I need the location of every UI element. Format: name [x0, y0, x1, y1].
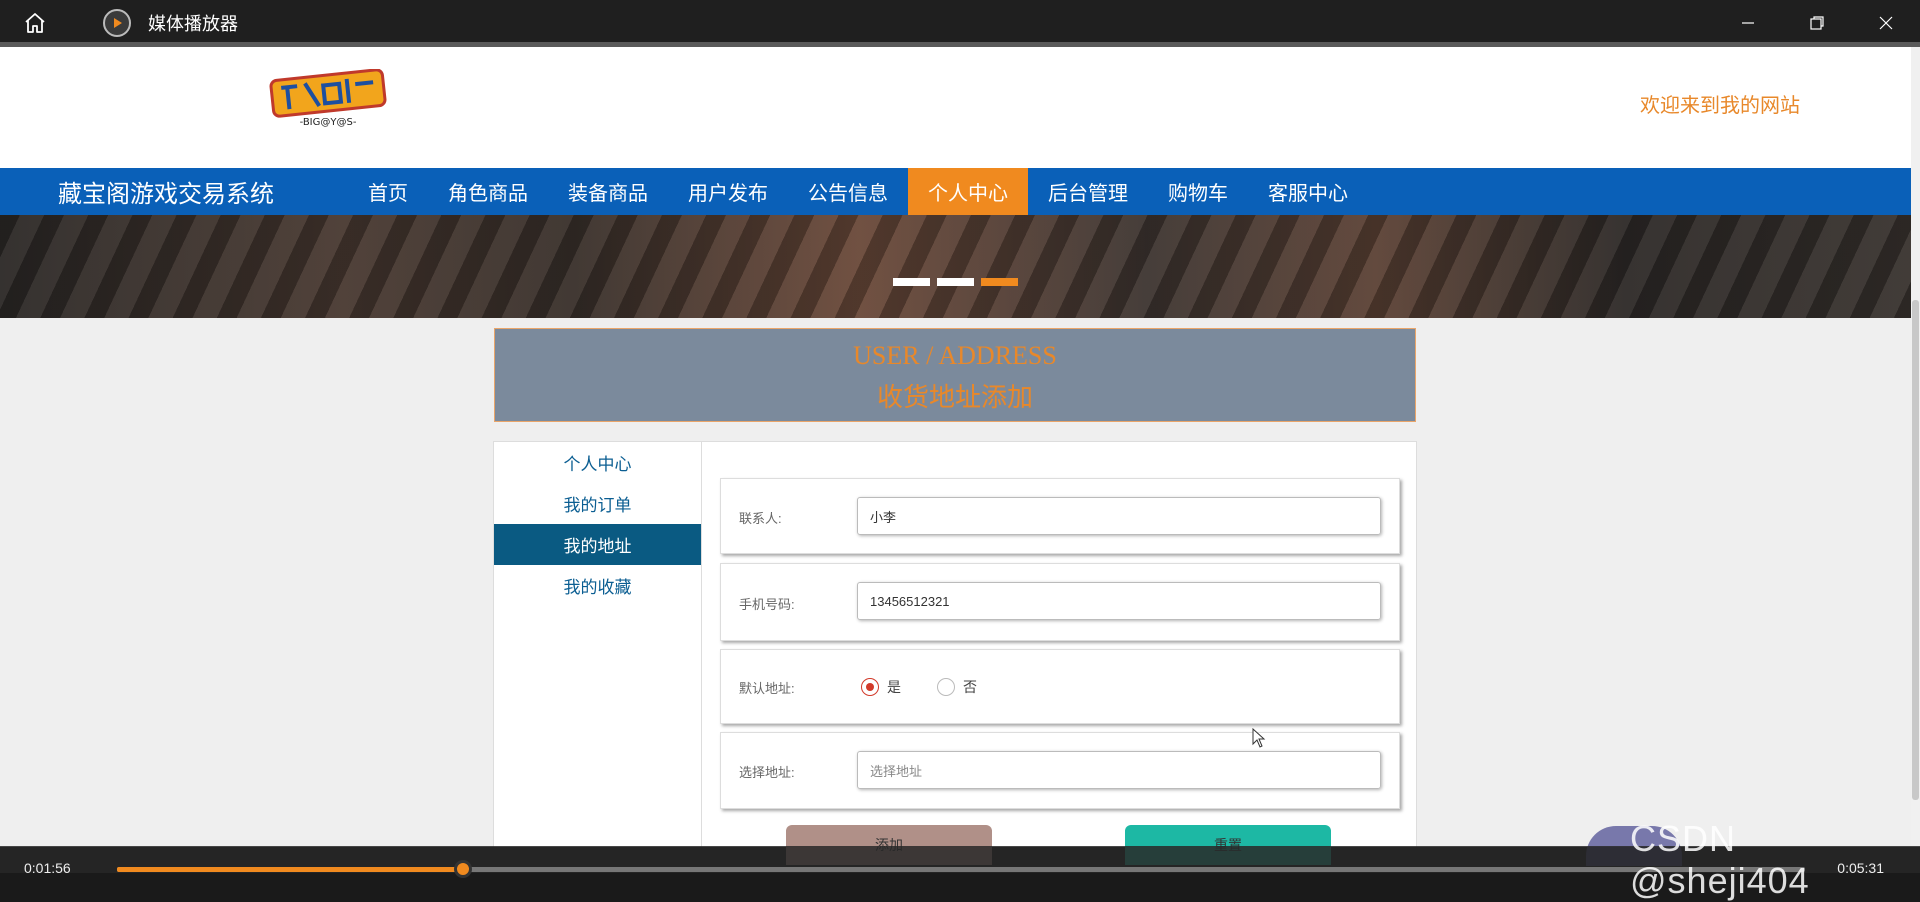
default-yes-radio[interactable] [861, 678, 879, 696]
media-player-title-bar: 媒体播放器 [0, 0, 1920, 46]
main-navbar: 藏宝阁游戏交易系统 首页 角色商品 装备商品 用户发布 公告信息 个人中心 后台… [0, 168, 1911, 215]
phone-label: 手机号码: [739, 597, 795, 612]
window-title: 媒体播放器 [148, 14, 238, 35]
minimize-button[interactable] [1713, 0, 1782, 46]
nav-personal-center[interactable]: 个人中心 [908, 168, 1028, 215]
section-title-en: USER / ADDRESS [853, 341, 1057, 370]
nav-customer-service[interactable]: 客服中心 [1248, 168, 1368, 215]
nav-equipment-goods[interactable]: 装备商品 [548, 168, 668, 215]
nav-cart[interactable]: 购物车 [1148, 168, 1248, 215]
nav-home[interactable]: 首页 [348, 168, 428, 215]
welcome-text: 欢迎来到我的网站 [1640, 95, 1800, 117]
carousel-dot-active[interactable] [981, 278, 1018, 286]
site-header: -BIG@Y@S- 欢迎来到我的网站 [0, 47, 1911, 168]
contact-row: 联系人: 小李 [720, 478, 1400, 554]
carousel-dot[interactable] [893, 278, 930, 286]
restore-button[interactable] [1782, 0, 1851, 46]
side-item-my-orders[interactable]: 我的订单 [494, 483, 701, 524]
contact-input[interactable]: 小李 [857, 497, 1381, 535]
default-no-label: 否 [963, 679, 977, 695]
web-page-viewport: -BIG@Y@S- 欢迎来到我的网站 藏宝阁游戏交易系统 首页 角色商品 装备商… [0, 47, 1920, 847]
logo-text: -BIG@Y@S- [300, 117, 357, 128]
close-button[interactable] [1851, 0, 1920, 46]
side-item-my-favorites[interactable]: 我的收藏 [494, 565, 701, 606]
phone-row: 手机号码: 13456512321 [720, 563, 1400, 641]
content-panel: 个人中心 我的订单 我的地址 我的收藏 联系人: 小李 手机号码: 134565… [493, 441, 1417, 847]
progress-fill [117, 867, 464, 872]
default-address-radio-group: 是 否 [861, 677, 977, 697]
site-brand[interactable]: 藏宝阁游戏交易系统 [58, 174, 348, 209]
nav-user-publish[interactable]: 用户发布 [668, 168, 788, 215]
address-select-row: 选择地址: 选择地址 [720, 732, 1400, 809]
page-scrollbar-thumb[interactable] [1912, 300, 1919, 800]
default-address-label: 默认地址: [739, 681, 795, 696]
contact-label: 联系人: [739, 511, 782, 526]
side-item-my-address[interactable]: 我的地址 [494, 524, 701, 565]
section-title-cn: 收货地址添加 [876, 383, 1033, 412]
nav-announcements[interactable]: 公告信息 [788, 168, 908, 215]
mouse-cursor-icon [1252, 727, 1266, 752]
nav-role-goods[interactable]: 角色商品 [428, 168, 548, 215]
address-select-input[interactable]: 选择地址 [857, 751, 1381, 789]
phone-input[interactable]: 13456512321 [857, 582, 1381, 620]
current-time: 0:01:56 [24, 860, 71, 876]
progress-track[interactable] [117, 860, 1805, 878]
nav-admin[interactable]: 后台管理 [1028, 168, 1148, 215]
side-item-personal-center[interactable]: 个人中心 [494, 442, 701, 483]
default-yes-label: 是 [887, 679, 901, 695]
media-player-app-icon [103, 9, 131, 37]
section-title-box: USER / ADDRESS 收货地址添加 [494, 328, 1416, 422]
home-icon[interactable] [17, 5, 53, 41]
side-menu: 个人中心 我的订单 我的地址 我的收藏 [494, 442, 702, 847]
address-select-label: 选择地址: [739, 765, 795, 780]
carousel-dot[interactable] [937, 278, 974, 286]
default-no-radio[interactable] [937, 678, 955, 696]
default-address-row: 默认地址: 是 否 [720, 649, 1400, 724]
carousel-indicators [893, 278, 1018, 286]
site-logo[interactable]: -BIG@Y@S- [266, 68, 390, 131]
banner-carousel [0, 215, 1911, 318]
watermark-text: CSDN @sheji404 [1630, 818, 1810, 901]
progress-knob[interactable] [454, 860, 473, 878]
